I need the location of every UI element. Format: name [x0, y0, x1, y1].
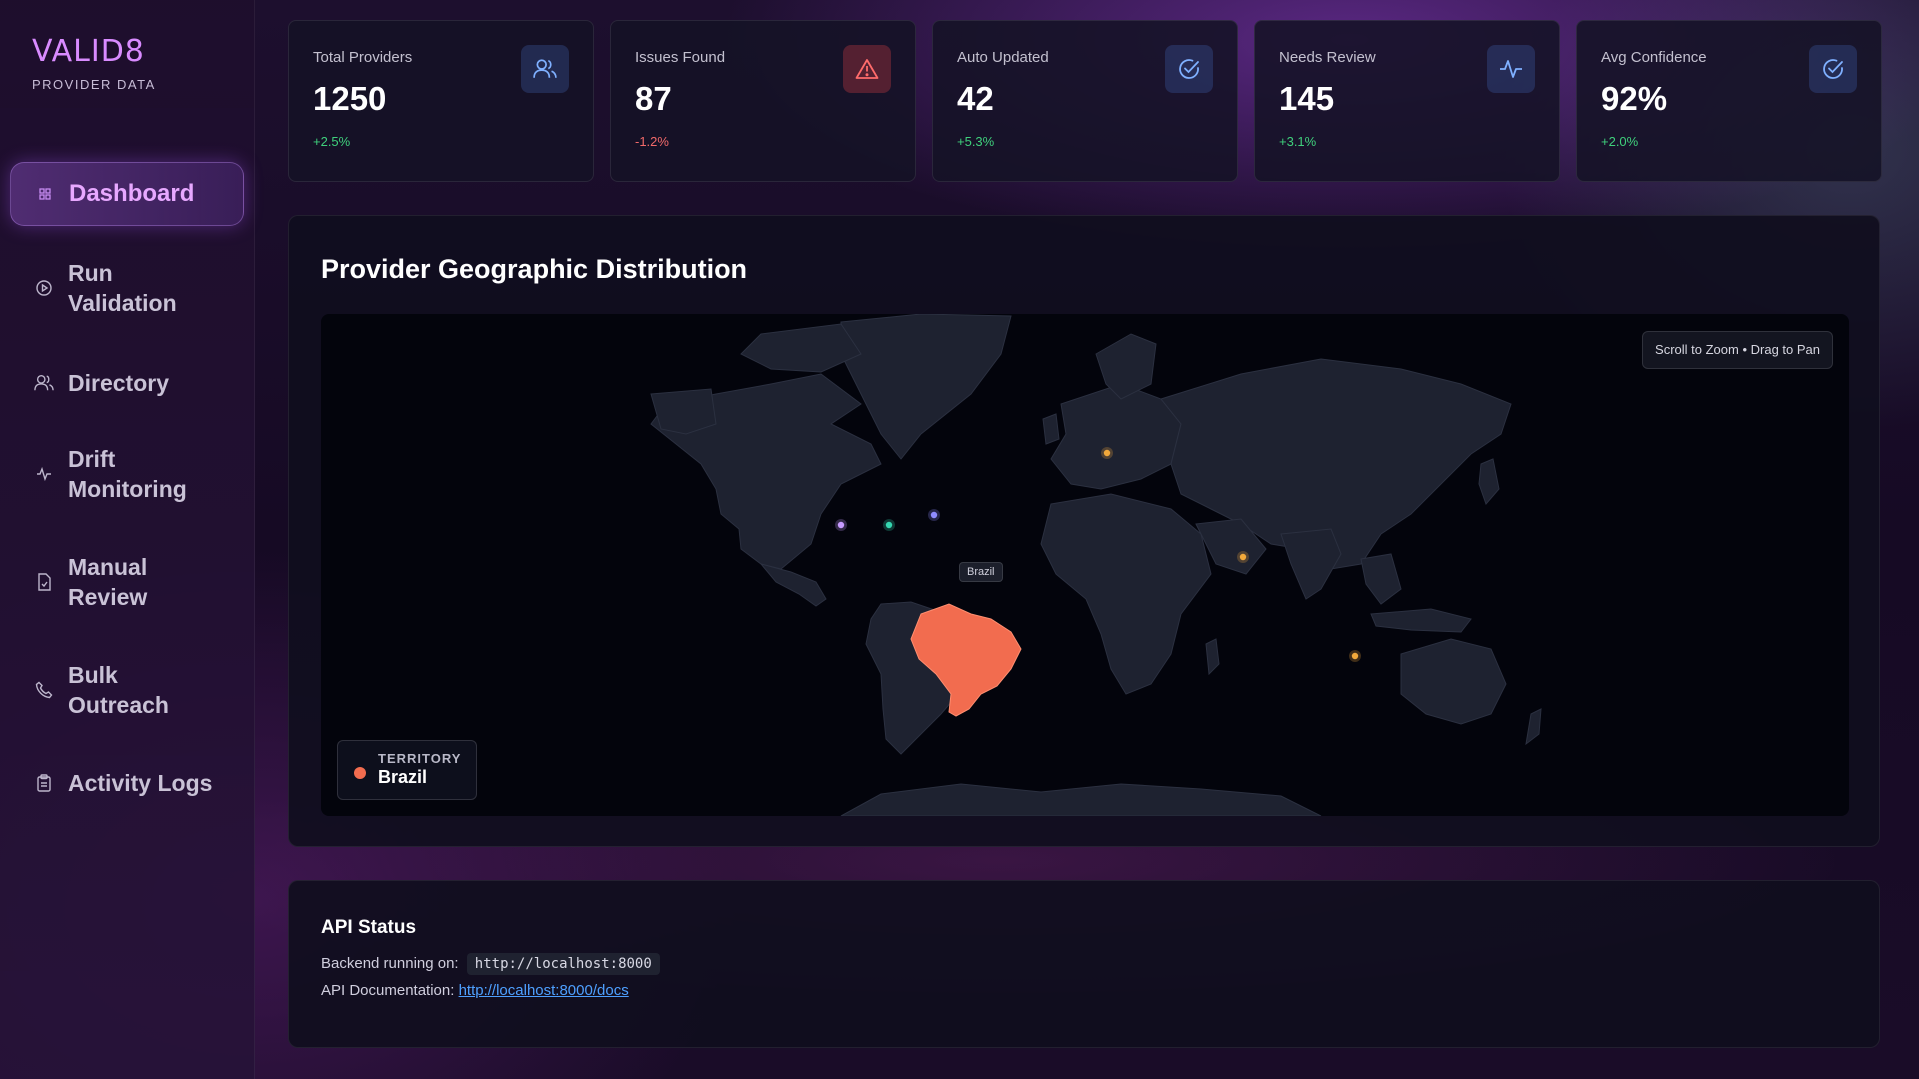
- land-arctic-islands: [740, 323, 862, 373]
- country-tooltip: Brazil: [959, 562, 1003, 582]
- provider-marker[interactable]: [837, 521, 845, 529]
- land-madagascar: [1205, 638, 1220, 676]
- sidebar-item-label: Bulk Outreach: [68, 662, 169, 718]
- users-icon: [34, 373, 54, 393]
- land-africa: [1040, 493, 1212, 695]
- stat-card-avg-confidence[interactable]: Avg Confidence 92% +2.0%: [1576, 20, 1882, 182]
- zoom-hint: Scroll to Zoom • Drag to Pan: [1642, 331, 1833, 369]
- land-india: [1280, 528, 1342, 600]
- backend-url: http://localhost:8000: [466, 953, 660, 975]
- geo-distribution-panel: Provider Geographic Distribution Scroll …: [288, 215, 1880, 847]
- alert-triangle-icon: [843, 45, 891, 93]
- territory-value: Brazil: [378, 767, 428, 787]
- provider-marker[interactable]: [1239, 553, 1247, 561]
- sidebar-item-dashboard[interactable]: Dashboard: [10, 162, 244, 226]
- sidebar-item-label: Run Validation: [68, 260, 177, 316]
- provider-marker[interactable]: [1351, 652, 1359, 660]
- brand-name: VALID8: [32, 34, 145, 69]
- land-new-zealand: [1525, 708, 1542, 746]
- users-icon: [521, 45, 569, 93]
- land-alaska: [650, 388, 717, 435]
- phone-icon: [34, 680, 54, 700]
- check-circle-icon: [1165, 45, 1213, 93]
- sidebar-item-label: Dashboard: [69, 180, 195, 207]
- land-antarctica: [840, 783, 1322, 816]
- territory-label: TERRITORY: [378, 751, 462, 766]
- stat-card-issues-found[interactable]: Issues Found 87 -1.2%: [610, 20, 916, 182]
- territory-legend: TERRITORY Brazil: [337, 740, 477, 800]
- sidebar-item-label: Drift Monitoring: [68, 446, 187, 502]
- land-indonesia: [1370, 608, 1472, 633]
- sidebar-item-label: Activity Logs: [68, 770, 213, 796]
- sidebar-item-activity-logs[interactable]: Activity Logs: [10, 768, 244, 798]
- sidebar-item-run-validation[interactable]: Run Validation: [10, 258, 244, 318]
- sidebar-item-drift-monitoring[interactable]: Drift Monitoring: [10, 444, 244, 504]
- world-map[interactable]: Scroll to Zoom • Drag to Pan Brazil TERR…: [321, 314, 1849, 816]
- land-uk: [1042, 413, 1060, 445]
- world-map-svg: [650, 314, 1542, 816]
- backend-label: Backend running on:: [321, 955, 459, 972]
- stat-delta: +5.3%: [957, 134, 995, 149]
- backend-row: Backend running on: http://localhost:800…: [321, 953, 1847, 975]
- activity-icon: [1487, 45, 1535, 93]
- land-japan: [1478, 458, 1500, 505]
- brand-subtitle: PROVIDER DATA: [32, 77, 156, 92]
- stat-delta: +3.1%: [1279, 134, 1317, 149]
- stat-card-total-providers[interactable]: Total Providers 1250 +2.5%: [288, 20, 594, 182]
- check-circle-icon: [1809, 45, 1857, 93]
- territory-color-dot: [354, 767, 366, 779]
- land-greenland: [840, 314, 1012, 460]
- stat-delta: -1.2%: [635, 134, 669, 149]
- stat-card-needs-review[interactable]: Needs Review 145 +3.1%: [1254, 20, 1560, 182]
- land-southeast-asia: [1360, 553, 1402, 605]
- sidebar: VALID8 PROVIDER DATA Dashboard Run Valid…: [0, 0, 255, 1079]
- sidebar-item-directory[interactable]: Directory: [10, 368, 244, 398]
- provider-marker[interactable]: [930, 511, 938, 519]
- panel-title: Provider Geographic Distribution: [321, 254, 748, 284]
- land-central-america: [759, 563, 827, 607]
- activity-icon: [34, 464, 54, 484]
- grid-icon: [35, 184, 55, 204]
- provider-marker[interactable]: [1103, 449, 1111, 457]
- api-status-panel: API Status Backend running on: http://lo…: [288, 880, 1880, 1048]
- play-circle-icon: [34, 278, 54, 298]
- sidebar-item-bulk-outreach[interactable]: Bulk Outreach: [10, 660, 244, 720]
- clipboard-icon: [34, 773, 54, 793]
- docs-row: API Documentation: http://localhost:8000…: [321, 982, 1847, 999]
- api-status-title: API Status: [321, 917, 417, 938]
- stat-delta: +2.5%: [313, 134, 351, 149]
- provider-marker[interactable]: [885, 521, 893, 529]
- stat-card-auto-updated[interactable]: Auto Updated 42 +5.3%: [932, 20, 1238, 182]
- stat-delta: +2.0%: [1601, 134, 1639, 149]
- land-australia: [1400, 638, 1507, 725]
- docs-label: API Documentation:: [321, 982, 455, 999]
- docs-link[interactable]: http://localhost:8000/docs: [459, 982, 629, 999]
- sidebar-item-label: Directory: [68, 370, 169, 396]
- sidebar-item-label: Manual Review: [68, 554, 148, 610]
- brand[interactable]: VALID8 PROVIDER DATA: [32, 34, 156, 92]
- file-check-icon: [34, 572, 54, 592]
- sidebar-item-manual-review[interactable]: Manual Review: [10, 552, 244, 612]
